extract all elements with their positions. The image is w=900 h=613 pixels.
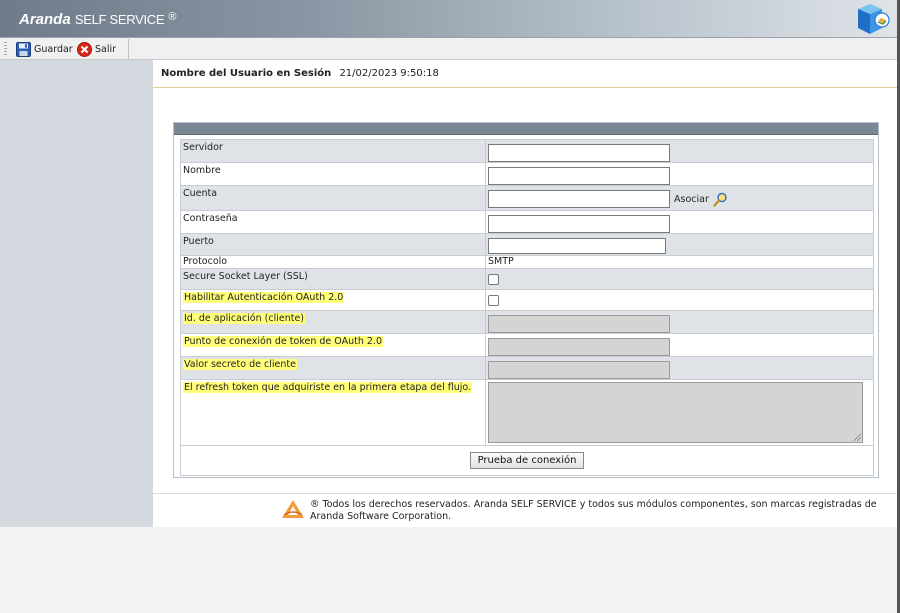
row-servidor: Servidor [180,139,874,163]
nombre-input[interactable] [488,167,670,185]
protocolo-value: SMTP [485,255,874,269]
brand-product: SELF SERVICE [74,12,165,27]
smtp-config-form: Servidor Nombre Cuenta Asociar Contraseñ… [180,139,874,476]
app-id-input[interactable] [488,315,670,333]
row-token-endpoint: Punto de conexión de token de OAuth 2.0 [180,333,874,357]
label-client-secret: Valor secreto de cliente [183,359,297,370]
oauth-checkbox[interactable] [488,295,499,306]
aranda-logo-icon [282,500,304,518]
label-cuenta: Cuenta [180,185,486,211]
row-ssl: Secure Socket Layer (SSL) [180,268,874,290]
save-button[interactable]: Guardar [16,40,73,58]
app-cube-icon [858,4,890,34]
label-contrasena: Contraseña [180,210,486,234]
label-token-endpoint: Punto de conexión de token de OAuth 2.0 [183,336,383,347]
toolbar: Guardar Salir [0,38,900,60]
footer-copyright: ® Todos los derechos reservados. Aranda … [310,499,877,522]
label-servidor: Servidor [180,139,486,163]
label-app-id: Id. de aplicación (cliente) [183,313,306,324]
resize-grip-icon[interactable] [854,434,861,441]
smtp-config-panel: Servidor Nombre Cuenta Asociar Contraseñ… [173,122,879,478]
label-puerto: Puerto [180,233,486,256]
session-user-label: Nombre del Usuario en Sesión [161,68,332,79]
row-puerto: Puerto [180,233,874,256]
row-oauth: Habilitar Autenticación OAuth 2.0 [180,289,874,311]
label-nombre: Nombre [180,162,486,186]
label-refresh-token: El refresh token que adquiriste en la pr… [183,382,473,393]
puerto-input[interactable] [488,238,666,254]
label-ssl: Secure Socket Layer (SSL) [180,268,486,290]
floppy-disk-icon [16,41,31,57]
client-secret-input[interactable] [488,361,670,379]
session-info: Nombre del Usuario en Sesión 21/02/2023 … [161,68,439,79]
row-protocolo: Protocolo SMTP [180,255,874,269]
footer: ® Todos los derechos reservados. Aranda … [153,493,900,527]
token-endpoint-input[interactable] [488,338,670,356]
cuenta-input[interactable] [488,190,670,208]
ssl-checkbox[interactable] [488,274,499,285]
row-cuenta: Cuenta Asociar [180,185,874,211]
row-client-secret: Valor secreto de cliente [180,356,874,380]
close-circle-icon [77,41,92,57]
row-contrasena: Contraseña [180,210,874,234]
row-app-id: Id. de aplicación (cliente) [180,310,874,334]
exit-button[interactable]: Salir [77,40,116,58]
label-protocolo: Protocolo [180,255,486,269]
sidebar [0,60,153,527]
contrasena-input[interactable] [488,215,670,233]
main-content: Nombre del Usuario en Sesión 21/02/2023 … [153,60,900,527]
label-oauth: Habilitar Autenticación OAuth 2.0 [183,292,345,303]
toolbar-grip [4,42,7,56]
row-refresh-token: El refresh token que adquiriste en la pr… [180,379,874,446]
brand-registered-mark: ® [168,11,177,23]
search-magnifier-icon[interactable] [713,192,728,207]
brand-name: Aranda [19,11,71,28]
servidor-input[interactable] [488,144,670,162]
asociar-link[interactable]: Asociar [674,194,709,205]
exit-button-label: Salir [95,43,117,55]
app-brand: Aranda SELF SERVICE ® [19,11,177,28]
top-banner: Aranda SELF SERVICE ® [0,0,900,38]
save-button-label: Guardar [34,43,73,55]
session-divider [153,87,897,88]
toolbar-separator [128,39,129,59]
row-test-button: Prueba de conexión [180,445,874,476]
panel-header-band [174,123,878,135]
row-nombre: Nombre [180,162,874,186]
session-datetime: 21/02/2023 9:50:18 [339,68,439,79]
test-connection-button[interactable]: Prueba de conexión [469,452,585,469]
refresh-token-textarea[interactable] [488,382,863,443]
